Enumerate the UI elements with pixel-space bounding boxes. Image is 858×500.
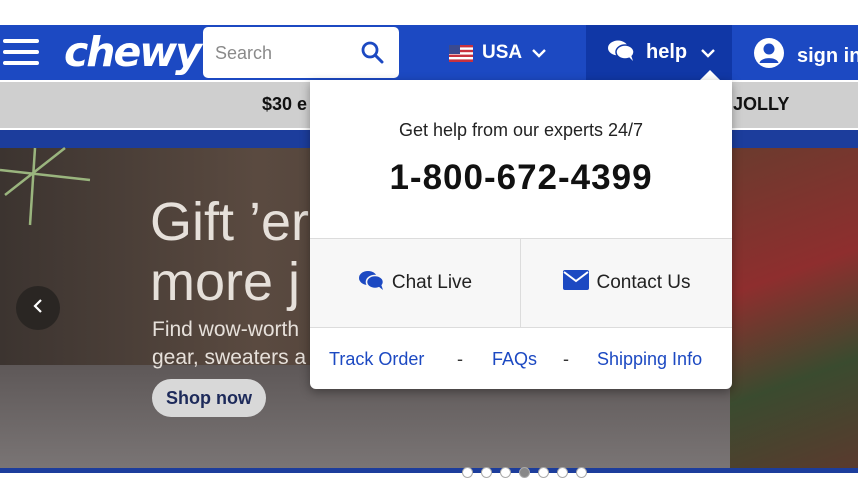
chat-live-button[interactable]: Chat Live [310, 239, 520, 327]
sign-in-button[interactable]: sign in [753, 37, 858, 75]
chevron-left-icon [33, 298, 43, 319]
help-quick-links: Track Order - FAQs - Shipping Info [310, 328, 732, 389]
carousel-dot[interactable] [519, 467, 530, 478]
promo-text-left: $30 e [262, 94, 308, 114]
hero-subtitle-line-2: gear, sweaters a [152, 346, 307, 369]
chevron-down-icon [532, 42, 546, 64]
link-separator: - [563, 349, 569, 369]
search-input[interactable] [213, 39, 357, 67]
help-contact-options: Chat Live Contact Us [310, 239, 732, 328]
chat-bubbles-icon [607, 39, 635, 67]
country-selector[interactable]: USA [449, 40, 546, 66]
hero-bottom-border [0, 468, 858, 473]
carousel-dot[interactable] [462, 467, 473, 478]
hero-subtitle: Find wow-worth gear, sweaters a [152, 316, 306, 372]
carousel-dot[interactable] [481, 467, 492, 478]
faqs-link[interactable]: FAQs [492, 349, 537, 370]
carousel-dot[interactable] [538, 467, 549, 478]
help-label: help [646, 41, 688, 63]
top-nav-bar: chewy USA help [0, 25, 858, 80]
contact-us-label: Contact Us [596, 272, 691, 293]
country-label: USA [482, 42, 523, 63]
carousel-dot[interactable] [500, 467, 511, 478]
search-icon[interactable] [360, 40, 384, 69]
hero-title: Gift ’er more j [150, 192, 309, 312]
chevron-down-icon [701, 41, 715, 64]
shipping-info-link[interactable]: Shipping Info [597, 349, 702, 370]
hero-title-line-1: Gift ’er [150, 192, 310, 252]
help-dropdown: Get help from our experts 24/7 1-800-672… [310, 80, 732, 389]
shop-now-button[interactable]: Shop now [152, 379, 266, 417]
envelope-icon [562, 270, 589, 296]
chat-live-label: Chat Live [391, 272, 473, 293]
carousel-dots [462, 467, 587, 478]
carousel-dot[interactable] [576, 467, 587, 478]
chat-bubbles-icon [358, 270, 385, 296]
hamburger-menu-icon[interactable] [3, 39, 41, 65]
contact-us-button[interactable]: Contact Us [521, 239, 732, 327]
phone-number-link[interactable]: 1-800-672-4399 [310, 158, 732, 198]
us-flag-icon [449, 44, 473, 62]
promo-text-right: JOLLY [733, 94, 790, 114]
decorative-star-icon [0, 147, 91, 226]
help-tagline: Get help from our experts 24/7 [398, 120, 644, 140]
track-order-link[interactable]: Track Order [329, 349, 424, 370]
hero-subtitle-line-1: Find wow-worth [152, 318, 300, 341]
carousel-prev-button[interactable] [16, 286, 60, 330]
hero-title-line-2: more j [150, 252, 301, 312]
link-separator: - [457, 349, 463, 369]
help-header: Get help from our experts 24/7 1-800-672… [310, 80, 732, 239]
user-icon [753, 37, 785, 75]
carousel-dot[interactable] [557, 467, 568, 478]
sign-in-label: sign in [797, 44, 858, 67]
search-box [203, 27, 399, 78]
hero-dog-photo [730, 148, 858, 468]
chewy-logo[interactable]: chewy [64, 28, 202, 76]
